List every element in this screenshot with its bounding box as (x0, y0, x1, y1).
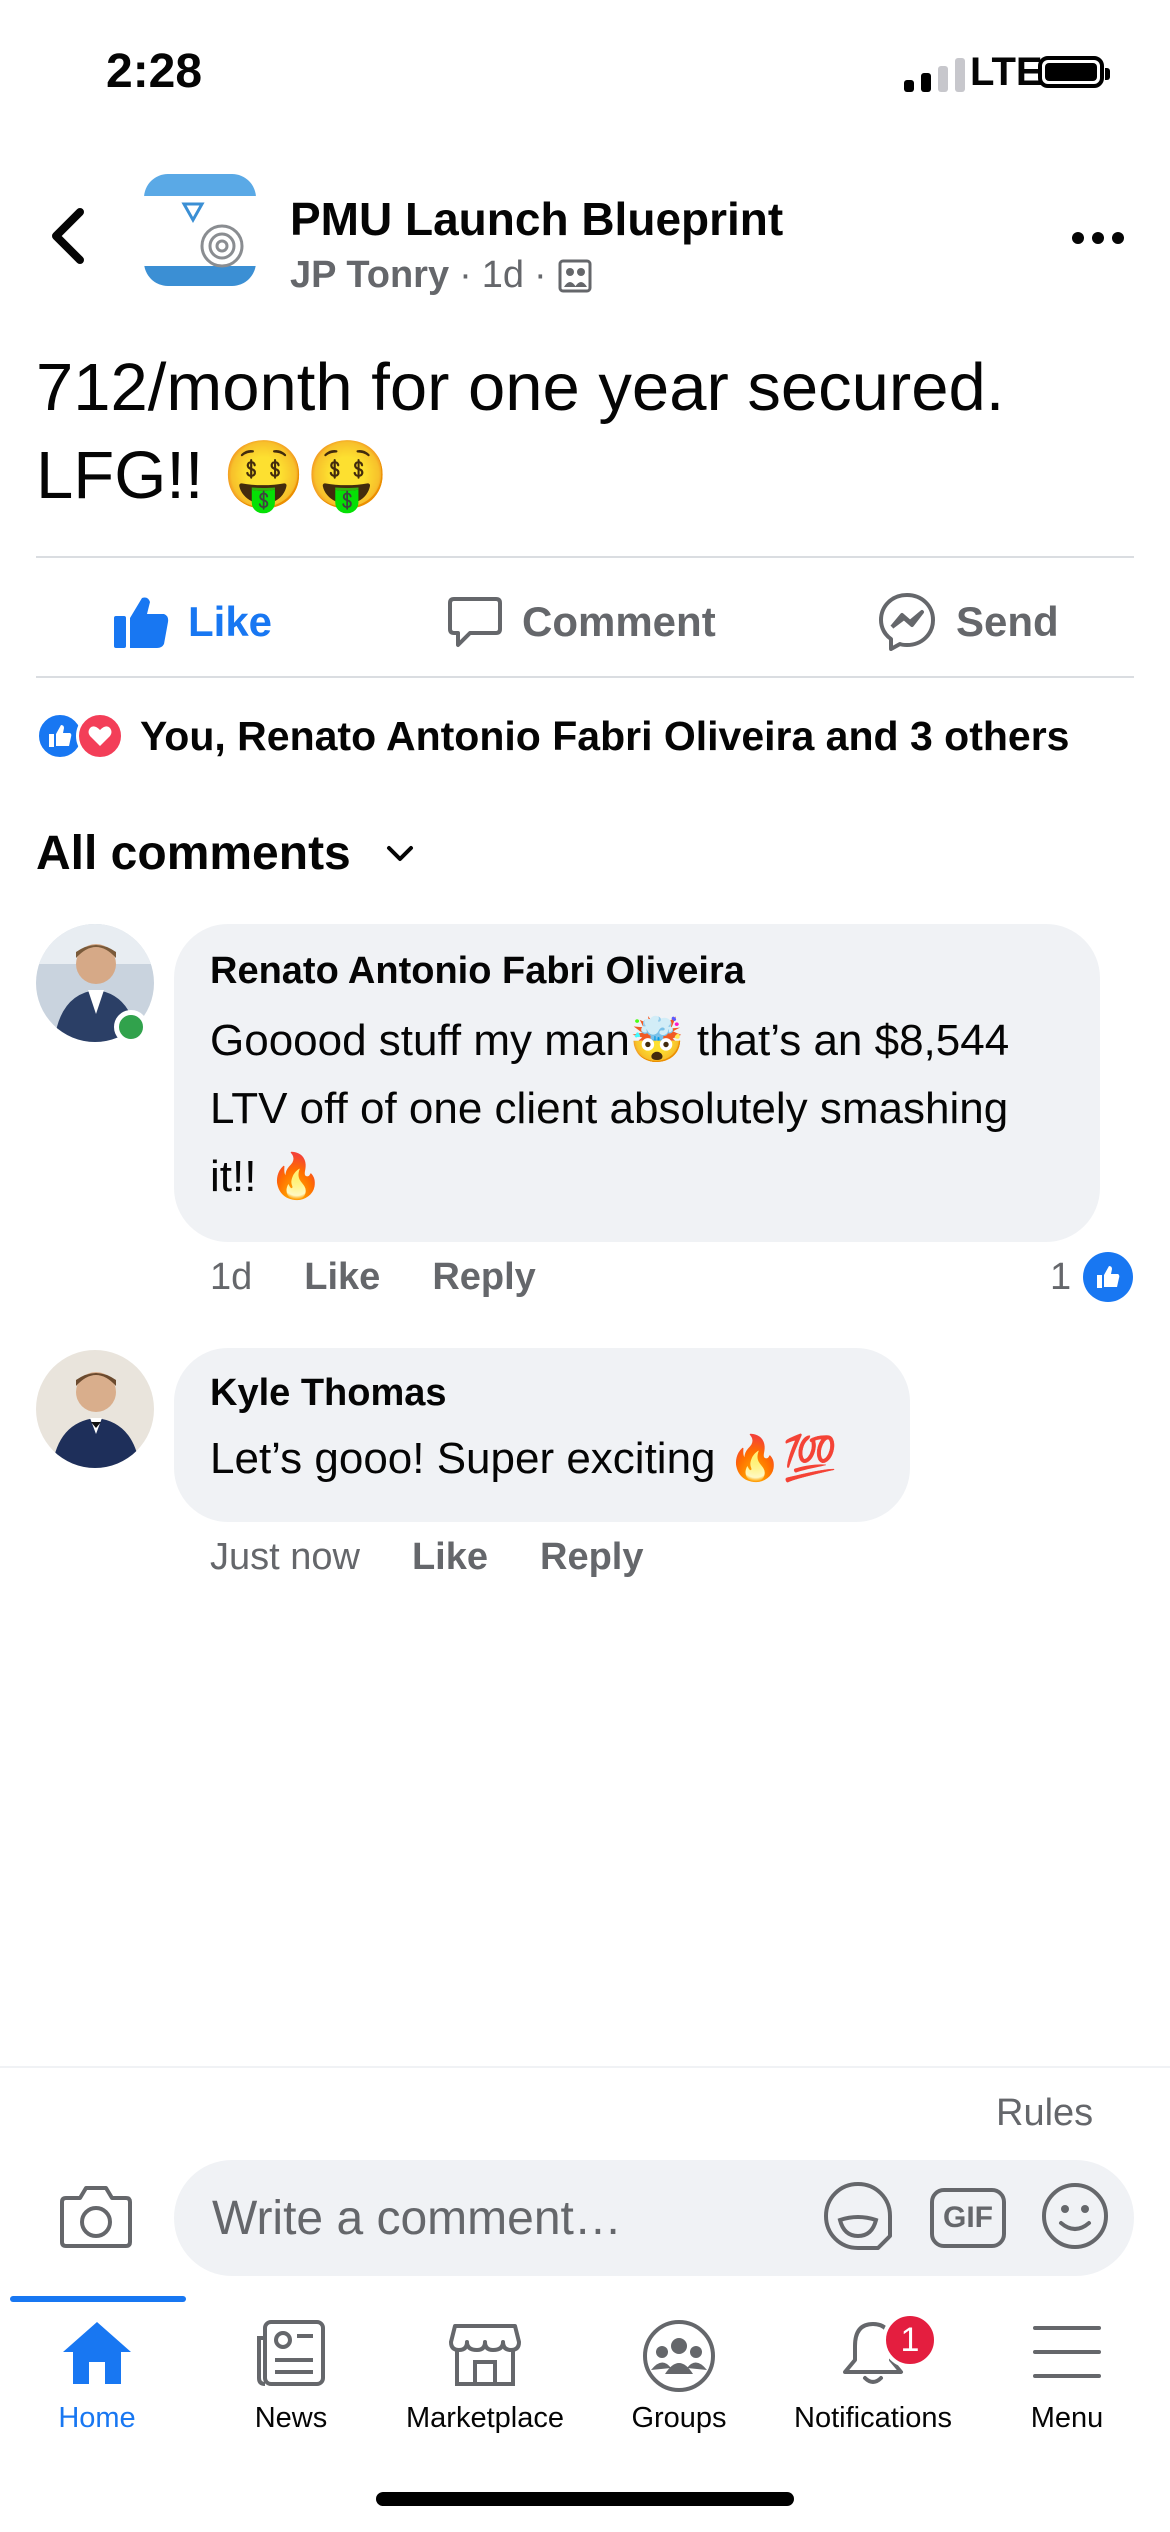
avatar-sticker-button[interactable] (820, 2178, 896, 2259)
comment-meta: 1d Like Reply (210, 1256, 536, 1299)
thumbs-up-icon (114, 597, 169, 648)
tab-home[interactable]: Home (0, 2318, 194, 2435)
gif-button[interactable]: GIF (930, 2188, 1006, 2248)
comment-text: Let’s gooo! Super exciting 🔥💯 (210, 1434, 838, 1483)
gif-label: GIF (943, 2201, 993, 2234)
tab-label: Groups (631, 2402, 727, 2434)
groups-icon (643, 2320, 715, 2392)
tab-label: Notifications (794, 2402, 952, 2434)
comment-like-button[interactable]: Like (412, 1536, 488, 1579)
tab-groups[interactable]: Groups (582, 2318, 776, 2435)
network-type: LTE (970, 50, 1043, 94)
tab-menu[interactable]: Menu (970, 2318, 1164, 2435)
divider (36, 556, 1134, 558)
group-avatar[interactable] (144, 174, 256, 286)
comment-sort-label: All comments (36, 827, 351, 880)
tab-label: Menu (1030, 2402, 1104, 2434)
camera-icon (60, 2186, 132, 2248)
more-options-button[interactable] (1072, 232, 1124, 244)
rules-link[interactable]: Rules (996, 2092, 1093, 2135)
avatar[interactable] (36, 1350, 154, 1468)
battery-icon (1038, 56, 1110, 88)
home-icon (63, 2322, 131, 2384)
post-author[interactable]: JP Tonry (290, 254, 449, 297)
tab-label: Marketplace (406, 2402, 564, 2434)
marketplace-icon (449, 2324, 521, 2386)
like-label: Like (188, 598, 273, 645)
comment-time: 1d (210, 1256, 253, 1298)
comment-text: Gooood stuff my man🤯 that’s an $8,544 LT… (210, 1016, 1010, 1201)
comment-label: Comment (522, 598, 716, 645)
post-meta: JP Tonry · 1d · (290, 254, 593, 297)
comment-button[interactable]: Comment (446, 586, 716, 658)
sticker-icon (824, 2181, 892, 2250)
comment-time: Just now (210, 1536, 360, 1578)
smiley-icon (1042, 2182, 1108, 2249)
home-indicator[interactable] (376, 2492, 794, 2506)
post-text: 712/month for one year secured. LFG!! 🤑🤑 (36, 350, 1005, 513)
tab-news[interactable]: News (194, 2318, 388, 2435)
active-tab-indicator (10, 2296, 186, 2302)
reactions-summary[interactable]: You, Renato Antonio Fabri Oliveira and 3… (36, 712, 1069, 760)
online-status-indicator (114, 1010, 148, 1044)
reactions-text: You, Renato Antonio Fabri Oliveira and 3… (140, 712, 1070, 759)
status-time: 2:28 (106, 45, 203, 98)
chevron-left-icon (52, 208, 84, 264)
divider (0, 2066, 1170, 2068)
emoji-button[interactable] (1040, 2181, 1110, 2256)
separator-dot: · (534, 254, 547, 296)
comment-author[interactable]: Kyle Thomas (210, 1372, 874, 1415)
notification-badge: 1 (882, 2312, 938, 2368)
separator-dot: · (459, 254, 472, 296)
send-label: Send (956, 598, 1059, 645)
comment-meta: Just now Like Reply (210, 1536, 644, 1579)
tab-label: Home (58, 2402, 136, 2434)
camera-button[interactable] (58, 2184, 134, 2255)
love-reaction-icon (76, 712, 124, 760)
news-feed-icon (257, 2320, 325, 2386)
like-reaction-icon (1083, 1252, 1134, 1302)
comment-author[interactable]: Renato Antonio Fabri Oliveira (210, 950, 1064, 993)
comment-reply-button[interactable]: Reply (432, 1256, 535, 1299)
comment-like-button[interactable]: Like (304, 1256, 380, 1299)
comment-sort-dropdown[interactable]: All comments (36, 826, 415, 881)
hamburger-menu-icon (1033, 2326, 1101, 2378)
back-button[interactable] (46, 206, 90, 266)
comment-composer[interactable]: GIF (174, 2160, 1134, 2276)
signal-strength-icon (904, 58, 965, 92)
group-members-icon (558, 259, 592, 292)
comment-bubble[interactable]: Renato Antonio Fabri Oliveira Gooood stu… (174, 924, 1100, 1242)
group-logo-icon (144, 174, 256, 286)
tab-marketplace[interactable]: Marketplace (388, 2318, 582, 2435)
group-name[interactable]: PMU Launch Blueprint (290, 192, 783, 246)
comment-reaction-count[interactable]: 1 (1050, 1252, 1134, 1302)
post-time[interactable]: 1d (482, 254, 524, 297)
comment-bubble[interactable]: Kyle Thomas Let’s gooo! Super exciting 🔥… (174, 1348, 910, 1522)
like-button[interactable]: Like (112, 586, 272, 658)
tab-label: News (254, 2402, 328, 2434)
send-button[interactable]: Send (876, 586, 1059, 658)
divider (36, 676, 1134, 678)
tab-notifications[interactable]: Notifications (776, 2318, 970, 2435)
comment-reply-button[interactable]: Reply (540, 1536, 643, 1579)
messenger-icon (879, 593, 935, 651)
chevron-down-icon (386, 845, 413, 861)
comment-icon (448, 597, 502, 647)
comment-input[interactable] (210, 2189, 774, 2247)
